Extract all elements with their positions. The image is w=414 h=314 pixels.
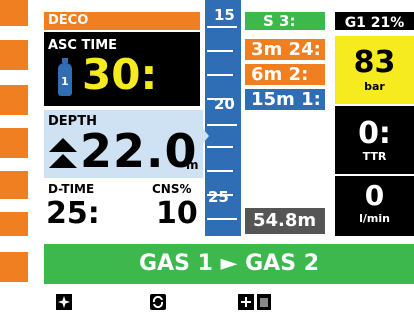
edge-marker — [0, 0, 28, 26]
stop-row: 3m 24: — [245, 39, 325, 60]
deco-header: DECO — [44, 12, 200, 30]
gas-switch-banner[interactable]: GAS 1 ► GAS 2 — [44, 244, 414, 284]
ruler-tick — [207, 146, 233, 148]
ttr-value: 0: — [358, 116, 391, 151]
gas-switch-text: GAS 1 ► GAS 2 — [138, 251, 320, 276]
ruler-tick — [207, 124, 237, 126]
depth-unit: m — [186, 158, 199, 172]
ruler-tick — [207, 170, 233, 172]
stop-row: 15m 1: — [245, 89, 325, 110]
deco-label: DECO — [48, 13, 89, 28]
edge-marker — [0, 212, 28, 236]
stop-row: 6m 2: — [245, 64, 325, 85]
edge-marker — [0, 252, 28, 282]
ruler-label-15: 15 — [214, 6, 235, 24]
tank-icon: 1 — [58, 58, 72, 96]
ascent-panel: ASC TIME 1 30: — [44, 32, 200, 106]
consumption-value: 0 — [364, 179, 385, 212]
tank-number: 1 — [61, 75, 69, 88]
ruler-label-25: 25 — [208, 188, 229, 206]
edge-marker — [0, 40, 28, 70]
refresh-icon[interactable] — [150, 294, 166, 312]
gas-header: G1 21% — [335, 12, 414, 31]
dtime-label: D-TIME — [48, 182, 95, 196]
ttr-label: TTR — [362, 150, 387, 163]
ruler-tick — [207, 74, 233, 76]
max-depth-box: 54.8m — [245, 208, 325, 234]
ruler-label-20: 20 — [214, 95, 235, 113]
compass-icon[interactable] — [56, 294, 72, 312]
pressure-panel: 83 bar — [335, 36, 414, 104]
depth-value: 22.0 — [80, 124, 198, 178]
stop-text: 3m 24: — [251, 39, 321, 60]
cns-label: CNS% — [152, 182, 192, 196]
ascent-value: 30: — [82, 50, 158, 99]
stop-text: 15m 1: — [251, 89, 321, 110]
consumption-panel: 0 l/min — [335, 176, 414, 236]
consumption-unit: l/min — [359, 212, 390, 225]
ttr-panel: 0: TTR — [335, 106, 414, 174]
max-depth-value: 54.8m — [253, 210, 317, 231]
stop-text: 6m 2: — [251, 64, 309, 85]
ruler-tick — [207, 218, 237, 220]
plus-icon[interactable] — [238, 294, 274, 312]
stop-label: S 3: — [263, 12, 296, 30]
edge-marker — [0, 85, 28, 115]
gas-label: G1 21% — [344, 15, 405, 31]
ascent-arrows-icon — [48, 136, 78, 172]
ruler-tick — [207, 26, 237, 28]
stop-header: S 3: — [245, 12, 325, 30]
pressure-value: 83 — [353, 45, 396, 80]
pressure-unit: bar — [364, 80, 385, 93]
dtime-value: 25: — [46, 196, 100, 231]
depth-marker-icon — [199, 124, 209, 148]
cns-value: 10 — [156, 196, 198, 231]
edge-marker — [0, 171, 28, 199]
ruler-tick — [207, 50, 233, 52]
edge-marker — [0, 128, 28, 158]
depth-panel: DEPTH 22.0 m — [44, 110, 204, 178]
